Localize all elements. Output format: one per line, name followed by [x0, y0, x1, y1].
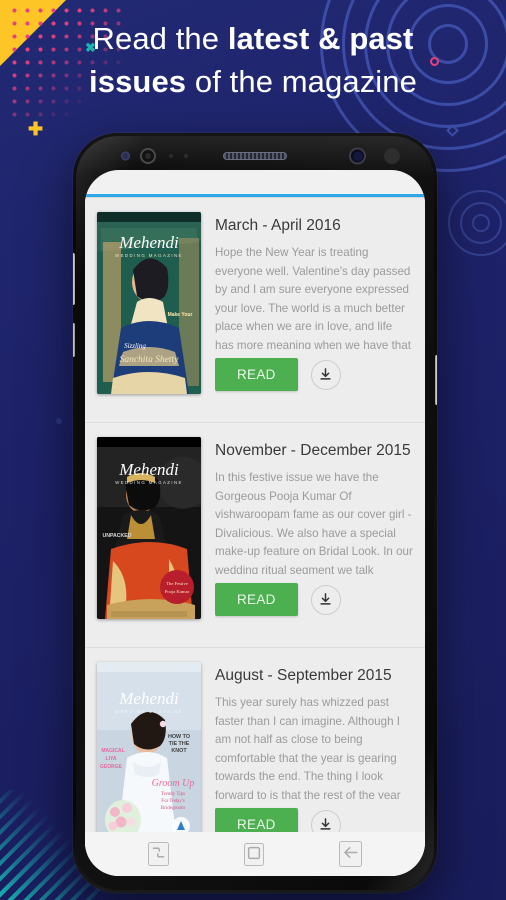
svg-text:WEDDING MAGAZINE: WEDDING MAGAZINE — [115, 709, 183, 714]
magazine-cover-thumbnail[interactable]: Mehendi WEDDING MAGAZINE Make Your Sizzl… — [97, 212, 201, 394]
ir-sensor-icon — [121, 151, 130, 161]
small-ring-decor — [446, 188, 506, 258]
issue-actions: READ — [215, 583, 413, 616]
svg-text:UNPACKED: UNPACKED — [102, 533, 131, 539]
yellow-plus-decor: ✚ — [28, 119, 44, 139]
list-item[interactable]: Mehendi WEDDING MAGAZINE Make Your Sizzl… — [85, 198, 425, 423]
headline-line1-normal: Read the — [92, 21, 228, 56]
svg-text:Trendy Tips: Trendy Tips — [161, 792, 185, 797]
svg-text:WEDDING MAGAZINE: WEDDING MAGAZINE — [115, 480, 183, 485]
svg-text:Groom Up: Groom Up — [152, 778, 195, 789]
home-icon — [247, 846, 261, 859]
issue-description: In this festive issue we have the Gorgeo… — [215, 471, 413, 574]
download-icon — [320, 593, 331, 605]
cover-art-3: Mehendi WEDDING MAGAZINE HOW TO TIE THE … — [97, 662, 201, 844]
svg-text:Mehendi: Mehendi — [118, 689, 179, 708]
cover-art-2: Mehendi WEDDING MAGAZINE UNPACKED The Fe… — [97, 437, 201, 619]
svg-text:MAGICAL: MAGICAL — [101, 748, 124, 754]
svg-text:Sanchita Shetty: Sanchita Shetty — [120, 355, 180, 365]
headline-line2-bold: issues — [89, 63, 187, 99]
page-title: Read the latest & past issues of the mag… — [0, 18, 506, 104]
power-button[interactable] — [435, 355, 437, 405]
svg-text:For Today's: For Today's — [161, 799, 184, 804]
download-button[interactable] — [310, 359, 341, 390]
recents-button[interactable] — [148, 842, 170, 866]
phone-body: Mehendi WEDDING MAGAZINE Make Your Sizzl… — [76, 136, 434, 890]
magazine-cover-thumbnail[interactable]: Mehendi WEDDING MAGAZINE UNPACKED The Fe… — [97, 437, 201, 619]
svg-text:Mehendi: Mehendi — [118, 233, 179, 252]
download-icon — [320, 368, 331, 380]
blue-dot-decor — [56, 418, 62, 424]
phone-mockup: Mehendi WEDDING MAGAZINE Make Your Sizzl… — [73, 133, 437, 893]
issue-details: August - September 2015 This year surely… — [215, 662, 413, 856]
light-dot-icon — [184, 154, 188, 158]
iris-scanner-icon — [140, 148, 156, 164]
svg-text:LIYA: LIYA — [106, 756, 117, 762]
svg-text:Pooja Kumar: Pooja Kumar — [165, 589, 190, 594]
issue-details: March - April 2016 Hope the New Year is … — [215, 212, 413, 406]
svg-text:WEDDING MAGAZINE: WEDDING MAGAZINE — [115, 253, 183, 258]
svg-text:HOW TO: HOW TO — [168, 734, 190, 740]
download-icon — [320, 818, 331, 830]
download-button[interactable] — [310, 584, 341, 615]
magazine-cover-thumbnail[interactable]: Mehendi WEDDING MAGAZINE HOW TO TIE THE … — [97, 662, 201, 844]
svg-text:The Festive: The Festive — [166, 581, 188, 586]
issue-details: November - December 2015 In this festive… — [215, 437, 413, 631]
issue-description: This year surely has whizzed past faster… — [215, 696, 401, 799]
issue-title: March - April 2016 — [215, 217, 341, 234]
home-button[interactable] — [243, 842, 264, 866]
phone-screen: Mehendi WEDDING MAGAZINE Make Your Sizzl… — [85, 170, 425, 876]
list-item[interactable]: Mehendi WEDDING MAGAZINE UNPACKED The Fe… — [85, 423, 425, 648]
headline-line2-normal: of the magazine — [186, 63, 417, 99]
back-arrow-icon — [343, 846, 358, 859]
cover-art-1: Mehendi WEDDING MAGAZINE Make Your Sizzl… — [97, 212, 201, 394]
svg-text:Make Your: Make Your — [168, 312, 193, 318]
headline-line1-bold: latest & past — [227, 21, 414, 56]
flash-blob-icon — [384, 148, 400, 164]
svg-text:TIE THE: TIE THE — [169, 741, 190, 747]
svg-text:KNOT: KNOT — [171, 748, 187, 754]
phone-sensor-strip — [76, 145, 434, 167]
issue-list[interactable]: Mehendi WEDDING MAGAZINE Make Your Sizzl… — [85, 198, 425, 876]
bixby-button[interactable] — [73, 323, 75, 357]
read-button[interactable]: READ — [215, 583, 298, 616]
back-button[interactable] — [338, 841, 362, 867]
issue-title: November - December 2015 — [215, 442, 411, 459]
volume-button[interactable] — [73, 253, 75, 305]
svg-text:Bridegroom: Bridegroom — [161, 806, 185, 811]
read-button[interactable]: READ — [215, 358, 298, 391]
issue-description: Hope the New Year is treating everyone w… — [215, 246, 411, 349]
front-camera-icon — [349, 147, 366, 165]
svg-text:Mehendi: Mehendi — [118, 460, 179, 479]
android-navigation-bar — [85, 832, 425, 876]
svg-text:GEORGE: GEORGE — [100, 764, 123, 770]
svg-text:Sizzling: Sizzling — [124, 342, 146, 350]
earpiece-speaker-icon — [223, 152, 287, 160]
issue-title: August - September 2015 — [215, 667, 392, 684]
issue-actions: READ — [215, 358, 413, 391]
recents-icon — [153, 847, 165, 858]
proximity-dot-icon — [169, 154, 173, 158]
